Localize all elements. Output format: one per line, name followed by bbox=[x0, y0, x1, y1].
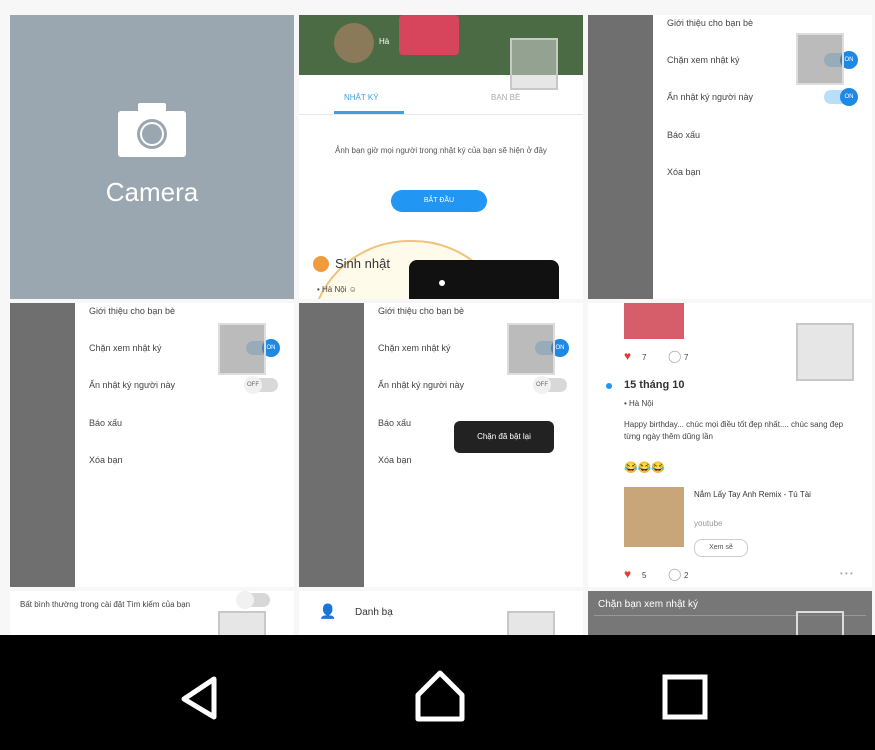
birthday-sub: • Hà Nội ☺ bbox=[317, 285, 357, 294]
menu-item-block-diary[interactable]: Chặn xem nhật ký bbox=[667, 55, 740, 65]
like-count: 5 bbox=[642, 571, 647, 580]
home-icon[interactable] bbox=[410, 667, 470, 727]
block-dialog-tile[interactable]: Chặn bạn xem nhật ký bbox=[588, 591, 872, 635]
menu-item-introduce[interactable]: Giới thiệu cho bạn bè bbox=[89, 306, 175, 316]
menu-item-hide-diary[interactable]: Ẩn nhật ký người này bbox=[667, 92, 753, 102]
menu-item-unfriend[interactable]: Xóa bạn bbox=[667, 167, 701, 177]
toggle-knob: OFF bbox=[533, 376, 551, 394]
menu-item-report[interactable]: Báo xấu bbox=[378, 418, 411, 428]
feed-background bbox=[299, 303, 369, 587]
link-title[interactable]: Nắm Lấy Tay Anh Remix - Tú Tài bbox=[694, 489, 844, 501]
screenshot-grid: Camera Hà NHẬT KÝ BẠN BÈ Ảnh bạn giờ mọi… bbox=[0, 0, 875, 635]
link-thumbnail bbox=[624, 487, 684, 547]
camera-label: Camera bbox=[105, 177, 199, 207]
select-checkbox[interactable] bbox=[796, 33, 844, 85]
heart-icon[interactable]: ♥ bbox=[624, 567, 631, 581]
birthday-icon bbox=[313, 256, 329, 272]
camera-icon bbox=[118, 103, 186, 157]
feed-background bbox=[10, 303, 80, 587]
menu-item-report[interactable]: Báo xấu bbox=[89, 418, 122, 428]
contacts-tile[interactable]: 👤 Danh bạ bbox=[299, 591, 583, 635]
post-photo bbox=[624, 303, 684, 339]
notice-text: Bất bình thường trong cài đặt Tìm kiếm c… bbox=[20, 600, 191, 609]
link-button[interactable]: Xem sẽ bbox=[694, 539, 748, 557]
start-button[interactable]: BẮT ĐẦU bbox=[391, 190, 487, 212]
post-text: Happy birthday... chúc mọi điều tốt đẹp … bbox=[624, 420, 844, 441]
divider bbox=[299, 114, 583, 115]
select-checkbox[interactable] bbox=[796, 323, 854, 381]
toggle-knob: OFF bbox=[244, 376, 262, 394]
camera-tile[interactable]: Camera bbox=[10, 15, 294, 299]
link-source: youtube bbox=[694, 519, 723, 528]
menu-item-introduce[interactable]: Giới thiệu cho bạn bè bbox=[667, 18, 753, 28]
menu-item-unfriend[interactable]: Xóa bạn bbox=[378, 455, 412, 465]
toggle-knob bbox=[236, 591, 254, 609]
birthday-label: Sinh nhật bbox=[335, 256, 390, 271]
comment-count: 2 bbox=[684, 571, 689, 580]
menu-item-block-diary[interactable]: Chặn xem nhật ký bbox=[89, 343, 162, 353]
block-dialog-title: Chặn bạn xem nhật ký bbox=[598, 599, 699, 610]
menu-item-introduce[interactable]: Giới thiệu cho bạn bè bbox=[378, 306, 464, 316]
toggle-knob: ON bbox=[840, 88, 858, 106]
post-date: 15 tháng 10 bbox=[624, 379, 685, 391]
toast-message: Chặn đã bật lại bbox=[454, 421, 554, 453]
contacts-label: Danh bạ bbox=[355, 607, 393, 618]
menu-item-block-diary[interactable]: Chặn xem nhật ký bbox=[378, 343, 451, 353]
settings-tile-3[interactable]: Giới thiệu cho bạn bè Chặn xem nhật ký Ẩ… bbox=[299, 303, 583, 587]
diary-tile[interactable]: Hà NHẬT KÝ BẠN BÈ Ảnh bạn giờ mọi người … bbox=[299, 15, 583, 299]
menu-item-report[interactable]: Báo xấu bbox=[667, 130, 700, 140]
navigation-bar bbox=[0, 635, 875, 750]
like-count: 7 bbox=[642, 353, 647, 362]
menu-item-unfriend[interactable]: Xóa bạn bbox=[89, 455, 123, 465]
select-checkbox[interactable] bbox=[510, 38, 558, 90]
post-location: • Hà Nội bbox=[624, 399, 654, 408]
feed-post-tile[interactable]: ♥ 7 ◯ 7 15 tháng 10 • Hà Nội Happy birth… bbox=[588, 303, 872, 587]
tab-diary[interactable]: NHẬT KÝ bbox=[344, 93, 379, 102]
pin-icon bbox=[606, 383, 612, 389]
select-checkbox[interactable] bbox=[507, 323, 555, 375]
hide-diary-toggle[interactable]: OFF bbox=[244, 376, 278, 394]
select-checkbox[interactable] bbox=[507, 611, 555, 635]
select-checkbox[interactable] bbox=[218, 323, 266, 375]
person-icon: 👤 bbox=[319, 603, 337, 619]
comment-icon[interactable]: ◯ bbox=[668, 567, 681, 581]
feed-background bbox=[588, 15, 658, 299]
intro-text: Ảnh bạn giờ mọi người trong nhật ký của … bbox=[335, 146, 547, 155]
select-checkbox[interactable] bbox=[218, 611, 266, 635]
phone-illustration bbox=[409, 260, 559, 299]
shoes-image bbox=[399, 15, 459, 55]
notice-tile[interactable]: Bất bình thường trong cài đặt Tìm kiếm c… bbox=[10, 591, 294, 635]
menu-item-hide-diary[interactable]: Ẩn nhật ký người này bbox=[89, 380, 175, 390]
recents-icon[interactable] bbox=[655, 667, 715, 727]
hide-diary-toggle[interactable]: OFF bbox=[533, 376, 567, 394]
heart-icon[interactable]: ♥ bbox=[624, 349, 631, 363]
notice-toggle[interactable] bbox=[236, 591, 270, 609]
tab-friends[interactable]: BẠN BÈ bbox=[491, 93, 520, 102]
avatar bbox=[334, 23, 374, 63]
select-checkbox[interactable] bbox=[796, 611, 844, 635]
back-icon[interactable] bbox=[170, 667, 230, 727]
hide-diary-toggle[interactable]: ON bbox=[824, 88, 858, 106]
settings-tile-2[interactable]: Giới thiệu cho bạn bè Chặn xem nhật ký Ẩ… bbox=[10, 303, 294, 587]
settings-tile-1[interactable]: Giới thiệu cho bạn bè Chặn xem nhật ký Ẩ… bbox=[588, 15, 872, 299]
more-icon[interactable]: • • • bbox=[840, 569, 853, 578]
comment-icon[interactable]: ◯ bbox=[668, 349, 681, 363]
phone-dot bbox=[439, 280, 445, 286]
post-emojis: 😂😂😂 bbox=[624, 462, 666, 474]
profile-name: Hà bbox=[379, 37, 390, 46]
comment-count: 7 bbox=[684, 353, 689, 362]
menu-item-hide-diary[interactable]: Ẩn nhật ký người này bbox=[378, 380, 464, 390]
